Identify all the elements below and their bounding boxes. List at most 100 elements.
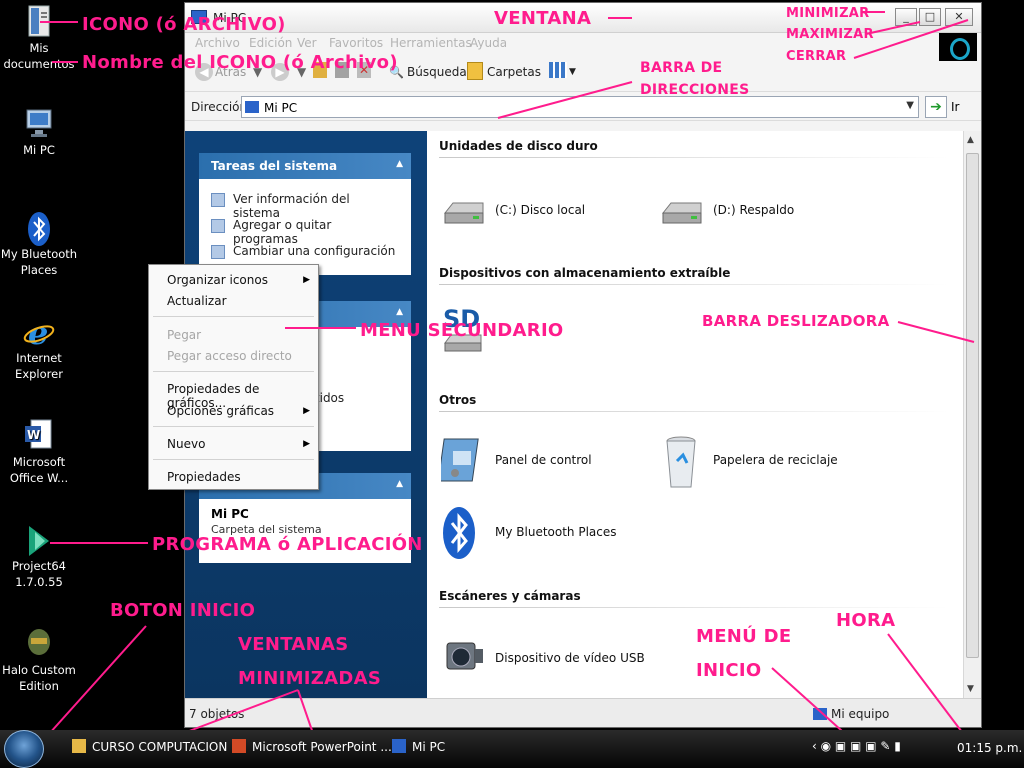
annotation-nombre: Nombre del ICONO (ó Archivo) xyxy=(82,52,398,73)
menu-organizar-iconos[interactable]: Organizar iconos xyxy=(167,273,268,287)
scroll-down-icon[interactable]: ▼ xyxy=(967,684,974,694)
annotation-menu-secundario: MENU SECUNDARIO xyxy=(360,320,564,341)
desktop-icon-project64[interactable]: Project64 1.7.0.55 xyxy=(0,522,78,590)
submenu-arrow-icon: ▶ xyxy=(303,439,310,449)
system-tray[interactable]: ‹ ◉ ▣ ▣ ▣ ✎ ▮ xyxy=(812,739,901,753)
drive-label: (D:) Respaldo xyxy=(713,203,795,217)
address-bar: Dirección Mi PC ▼ ➔ Ir xyxy=(185,91,981,121)
desktop-icon-word[interactable]: W Microsoft Office W... xyxy=(0,418,78,486)
go-arrow-icon[interactable]: ➔ xyxy=(925,96,947,118)
system-tasks-title: Tareas del sistema xyxy=(211,159,338,173)
desktop-icon-label: Halo Custom Edition xyxy=(2,663,76,693)
status-bar: 7 objetos Mi equipo xyxy=(185,698,981,727)
chevron-down-icon[interactable]: ▼ xyxy=(906,100,914,111)
menu-separator xyxy=(153,426,314,427)
folder-icon xyxy=(72,739,86,753)
menu-ayuda[interactable]: Ayuda xyxy=(470,36,507,50)
task-cambiar-config[interactable]: Cambiar una configuración xyxy=(199,239,411,265)
menu-archivo[interactable]: Archivo xyxy=(195,36,240,50)
hard-drive-icon xyxy=(659,191,705,231)
desktop-icon-halo[interactable]: Halo Custom Edition xyxy=(0,626,78,694)
section-title: Escáneres y cámaras xyxy=(439,589,581,603)
system-tasks-header[interactable]: Tareas del sistema ▲ xyxy=(199,153,411,179)
control-panel-icon xyxy=(211,245,225,259)
desktop-icon-label: Project64 1.7.0.55 xyxy=(12,559,66,589)
taskbar-button-powerpoint[interactable]: Microsoft PowerPoint ... xyxy=(232,739,392,754)
section-divider xyxy=(439,411,949,412)
task-label: Cambiar una configuración xyxy=(233,244,396,258)
taskbar-button-mi-pc[interactable]: Mi PC xyxy=(392,739,445,754)
submenu-arrow-icon: ▶ xyxy=(303,275,310,285)
menu-propiedades[interactable]: Propiedades xyxy=(167,470,241,484)
status-count: 7 objetos xyxy=(189,707,245,721)
menu-pegar: Pegar xyxy=(167,328,202,342)
desktop-icon-label: Microsoft Office W... xyxy=(9,455,69,485)
section-title: Dispositivos con almacenamiento extraíbl… xyxy=(439,266,731,280)
menu-actualizar[interactable]: Actualizar xyxy=(167,294,227,308)
menu-pegar-acceso: Pegar acceso directo xyxy=(167,349,292,363)
start-button[interactable] xyxy=(4,730,44,768)
maximize-button[interactable]: □ xyxy=(919,8,941,26)
desktop-icon-bluetooth[interactable]: My Bluetooth Places xyxy=(0,210,78,278)
folders-button[interactable]: Carpetas xyxy=(487,65,541,79)
desktop-icon-internet-explorer[interactable]: e Internet Explorer xyxy=(0,314,78,382)
section-divider xyxy=(439,607,949,608)
taskbar: CURSO COMPUTACION Microsoft PowerPoint .… xyxy=(0,730,1024,768)
vertical-scrollbar[interactable]: ▲ ▼ xyxy=(963,131,981,698)
scroll-thumb[interactable] xyxy=(966,153,979,658)
menu-herramientas[interactable]: Herramientas xyxy=(390,36,472,50)
item-label: Dispositivo de vídeo USB xyxy=(495,651,645,665)
hard-drive-icon xyxy=(441,191,487,231)
bluetooth-icon xyxy=(441,505,487,561)
menu-ver[interactable]: Ver xyxy=(297,36,317,50)
info-icon xyxy=(211,193,225,207)
menu-separator xyxy=(153,459,314,460)
menu-nuevo[interactable]: Nuevo xyxy=(167,437,205,451)
programs-icon xyxy=(211,219,225,233)
computer-icon xyxy=(392,739,406,753)
bluetooth-icon xyxy=(23,210,55,246)
collapse-icon[interactable]: ▲ xyxy=(396,307,403,317)
desktop-icon-label: Mi PC xyxy=(23,143,55,157)
annotation-maximizar: MAXIMIZAR xyxy=(786,27,874,42)
annotation-boton-inicio: BOTON INICIO xyxy=(110,600,256,621)
desktop-icon-mis-documentos[interactable]: Mis documentos xyxy=(0,4,78,72)
chevron-down-icon[interactable]: ▼ xyxy=(569,67,576,77)
taskbar-button-curso[interactable]: CURSO COMPUTACION xyxy=(72,739,227,754)
desktop-icon-mi-pc[interactable]: Mi PC xyxy=(0,106,78,158)
address-input[interactable]: Mi PC ▼ xyxy=(241,96,919,118)
context-menu: Organizar iconos ▶ Actualizar Pegar Pega… xyxy=(148,264,319,490)
close-button[interactable]: ✕ xyxy=(945,8,973,26)
minimize-button[interactable]: _ xyxy=(895,8,917,26)
scroll-up-icon[interactable]: ▲ xyxy=(967,135,974,145)
menu-favoritos[interactable]: Favoritos xyxy=(329,36,383,50)
menu-edicion[interactable]: Edición xyxy=(249,36,292,50)
clock[interactable]: 01:15 p.m. xyxy=(957,741,1022,755)
collapse-icon[interactable]: ▲ xyxy=(396,479,403,489)
annotation-ventana: VENTANA xyxy=(494,8,592,29)
taskbar-button-label: Microsoft PowerPoint ... xyxy=(252,740,392,754)
system-tasks-box: Tareas del sistema ▲ Ver información del… xyxy=(199,153,411,275)
annotation-programa: PROGRAMA ó APLICACIÓN xyxy=(152,534,423,555)
item-label: My Bluetooth Places xyxy=(495,525,617,539)
annotation-hora: HORA xyxy=(836,610,896,631)
task-agregar-quitar[interactable]: Agregar o quitar programas xyxy=(199,213,411,246)
views-icon[interactable] xyxy=(549,62,567,78)
annotation-barra-dir-2: DIRECCIONES xyxy=(640,82,750,98)
powerpoint-icon xyxy=(232,739,246,753)
camera-icon xyxy=(441,631,487,687)
collapse-icon[interactable]: ▲ xyxy=(396,159,403,169)
task-ver-info[interactable]: Ver información del sistema xyxy=(199,187,411,220)
recycle-bin-icon xyxy=(659,433,705,489)
submenu-arrow-icon: ▶ xyxy=(303,406,310,416)
computer-icon xyxy=(813,708,827,720)
status-zone-label: Mi equipo xyxy=(831,707,890,721)
annotation-menu-inicio-2: INICIO xyxy=(696,660,762,681)
address-label: Dirección xyxy=(191,100,248,114)
search-button[interactable]: Búsqueda xyxy=(407,65,467,79)
go-button[interactable]: Ir xyxy=(951,100,959,114)
menu-opciones-graficas[interactable]: Opciones gráficas xyxy=(167,404,274,418)
folders-icon[interactable] xyxy=(467,62,483,80)
computer-icon xyxy=(245,101,259,113)
section-divider xyxy=(439,157,949,158)
